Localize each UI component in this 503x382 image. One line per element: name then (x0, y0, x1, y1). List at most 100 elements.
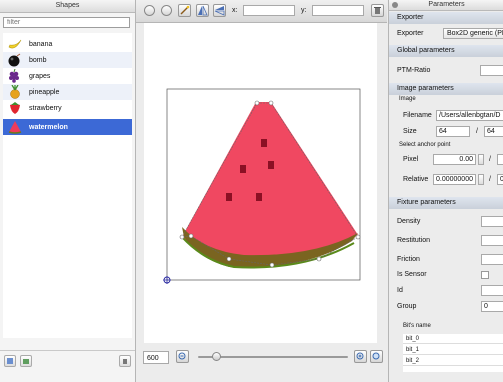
shape-item-label: strawberry (29, 104, 62, 112)
filename-label: Filename (403, 112, 432, 119)
shape-item-watermelon[interactable]: watermelon (3, 119, 132, 135)
banana-icon (7, 37, 23, 51)
pixel-x-field[interactable]: 0.00 (433, 154, 476, 165)
trash-icon (123, 359, 127, 364)
shape-item-strawberry[interactable]: strawberry (3, 100, 132, 116)
size-height-field: 64 (484, 126, 503, 137)
pixel-label: Pixel (403, 156, 419, 163)
restitution-field[interactable] (481, 235, 503, 246)
bits-list: bit_0 bit_1 bit_2 (403, 334, 503, 372)
watermelon-sprite (181, 102, 358, 269)
density-field[interactable] (481, 216, 503, 227)
close-panel-icon[interactable] (392, 2, 398, 8)
zoom-fit-icon (372, 352, 380, 360)
image-parameters-section: Image parameters (389, 83, 503, 95)
polygon-vertex[interactable] (355, 234, 361, 240)
shapes-footer (0, 350, 135, 371)
bits-name-label: Bit's name (403, 323, 431, 329)
bit-row[interactable]: bit_2 (403, 356, 503, 366)
shape-item-grapes[interactable]: grapes (3, 68, 132, 84)
id-field[interactable] (481, 285, 503, 296)
is-sensor-label: Is Sensor (397, 271, 427, 278)
group-label: Group (397, 303, 417, 310)
folder-icon (23, 359, 29, 364)
shape-item-pineapple[interactable]: pineapple (3, 84, 132, 100)
shape-list: banana bomb grapes pineapple strawberry (3, 33, 132, 338)
fixture-parameters-section: Fixture parameters (389, 197, 503, 209)
shape-item-label: bomb (29, 56, 47, 64)
group-field[interactable]: 0 (481, 301, 503, 312)
ptm-ratio-label: PTM-Ratio (397, 67, 431, 74)
shape-item-banana[interactable]: banana (3, 36, 132, 52)
delete-shape-button[interactable] (119, 355, 131, 367)
shape-circle-tool[interactable] (144, 5, 155, 16)
relative-separator: / (489, 176, 491, 183)
grapes-icon (7, 68, 23, 83)
strawberry-icon (7, 101, 23, 115)
exporter-label: Exporter (397, 30, 424, 37)
magic-wand-button[interactable] (178, 4, 191, 17)
image-subheading: Image (399, 96, 416, 102)
zoom-out-button[interactable] (176, 350, 189, 363)
density-label: Density (397, 218, 421, 225)
exporter-select[interactable]: Box2D generic (PLIST) (443, 28, 503, 39)
shapes-panel: Shapes banana bomb grapes pineapple (0, 0, 136, 382)
editor-canvas[interactable] (144, 23, 377, 343)
zoom-slider-thumb[interactable] (212, 352, 221, 361)
trash-icon (374, 7, 381, 14)
flip-h-icon (198, 5, 208, 16)
polygon-vertex[interactable] (269, 262, 275, 268)
zoom-field[interactable]: 600 (143, 351, 169, 364)
y-coordinate-field[interactable] (312, 5, 364, 16)
is-sensor-checkbox[interactable] (481, 271, 489, 279)
parameters-panel: Parameters Exporter Exporter Box2D gener… (388, 0, 503, 382)
bit-row[interactable]: bit_0 (403, 334, 503, 344)
bit-row[interactable]: bit_1 (403, 345, 503, 355)
relative-x-stepper[interactable] (478, 174, 484, 185)
zoom-bar: 600 (136, 346, 387, 370)
editor-area: x: y: 600 (136, 0, 387, 382)
pixel-y-field[interactable] (497, 154, 503, 165)
shape-item-label: watermelon (29, 123, 68, 131)
parameters-title: Parameters (389, 0, 503, 11)
shape-item-label: banana (29, 40, 53, 48)
pineapple-icon (7, 84, 23, 99)
relative-label: Relative (403, 176, 429, 183)
delete-vertex-button[interactable] (371, 4, 384, 17)
flip-vertical-button[interactable] (213, 4, 226, 17)
ptm-ratio-field[interactable] (480, 65, 503, 76)
editor-toolbar: x: y: (136, 0, 387, 23)
bomb-icon (7, 53, 23, 67)
shape-item-bomb[interactable]: bomb (3, 52, 132, 68)
shape-polygon-tool[interactable] (161, 5, 172, 16)
zoom-fit-button[interactable] (370, 350, 383, 363)
polygon-vertex[interactable] (268, 100, 274, 106)
add-folder-button[interactable] (20, 355, 32, 367)
restitution-label: Restitution (397, 237, 431, 244)
polygon-vertex[interactable] (188, 233, 194, 239)
relative-x-field[interactable]: 0.00000000 (433, 174, 476, 185)
polygon-vertex[interactable] (226, 256, 232, 262)
zoom-out-icon (178, 352, 186, 360)
y-label: y: (301, 7, 307, 14)
shapes-panel-title: Shapes (0, 0, 135, 13)
wand-icon (180, 5, 190, 15)
anchor-point[interactable] (163, 276, 171, 284)
polygon-vertex[interactable] (316, 256, 322, 262)
friction-field[interactable] (481, 254, 503, 265)
polygon-vertex[interactable] (254, 100, 260, 106)
pixel-x-stepper[interactable] (478, 154, 484, 165)
zoom-in-icon (356, 352, 364, 360)
flip-horizontal-button[interactable] (196, 4, 209, 17)
relative-y-field[interactable]: 0 (497, 174, 503, 185)
friction-label: Friction (397, 256, 420, 263)
anchor-subheading: Select anchor point (399, 142, 451, 148)
filename-field[interactable]: /Users/allenbgtan/D (436, 110, 503, 121)
x-label: x: (232, 7, 238, 14)
polygon-vertex[interactable] (179, 234, 185, 240)
shape-item-label: grapes (29, 72, 51, 80)
zoom-in-button[interactable] (354, 350, 367, 363)
filter-input[interactable] (3, 17, 130, 28)
x-coordinate-field[interactable] (243, 5, 295, 16)
add-shape-button[interactable] (4, 355, 16, 367)
